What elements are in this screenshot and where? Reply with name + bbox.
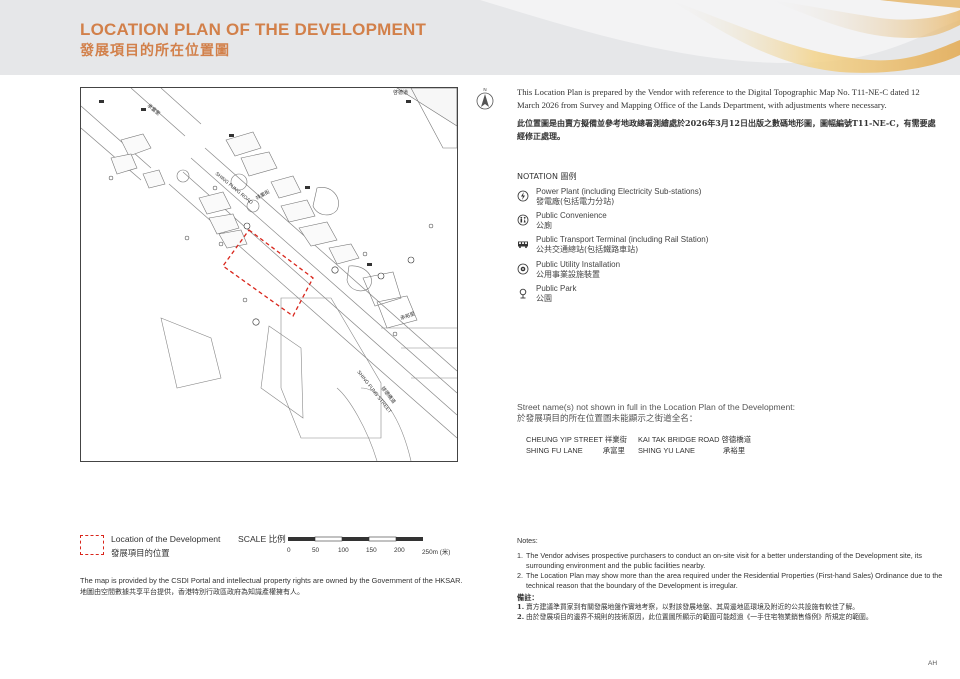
note-item-zh: 2. 由於發展項目的邊界不規則的技術原因，此位置圖所顯示的範圍可能超過《一手住宅物… — [517, 613, 873, 622]
street-name: KAI TAK BRIDGE ROAD 啓德橋道 — [638, 435, 752, 444]
notes-title-zh: 備註： — [517, 593, 539, 603]
transport-terminal-icon — [518, 241, 528, 249]
legend-label-en: Public Park — [536, 284, 577, 293]
map-label-cheung-yip: 祥業街 — [255, 188, 272, 202]
page-header: LOCATION PLAN OF THE DEVELOPMENT 發展項目的所在… — [0, 0, 960, 75]
development-legend-zh: 發展項目的位置 — [111, 548, 170, 558]
page-title: LOCATION PLAN OF THE DEVELOPMENT — [80, 20, 427, 39]
page-title-chinese: 發展項目的所在位置圖 — [80, 43, 230, 59]
scale-tick: 100 — [338, 547, 349, 554]
street-name: CHEUNG YIP STREET 祥業街 — [526, 435, 628, 444]
development-boundary-swatch — [80, 535, 104, 555]
scale-ticks: 0 50 100 150 200 250m (米) — [287, 547, 468, 557]
page-code: AH — [928, 660, 938, 667]
note-item: 2. The Location Plan may show more than t… — [517, 571, 943, 590]
note-item-zh: 1. 賣方建議準買家到有關發展地盤作實地考察，以對該發展地盤、其周邊地區環境及附近… — [517, 603, 860, 612]
park-icon — [519, 288, 527, 299]
legend-label-en: Public Transport Terminal (including Rai… — [536, 235, 709, 244]
decorative-gold-swirl — [480, 0, 960, 73]
legend-label-zh: 公廁 — [536, 220, 552, 230]
scale-tick: 0 — [287, 547, 291, 554]
map-label-shing-fu: 承富里 — [146, 102, 162, 117]
scale-tick: 200 — [394, 547, 405, 554]
scale-tick: 150 — [366, 547, 377, 554]
scale-bar — [288, 536, 423, 542]
scale-tick: 50 — [312, 547, 320, 554]
streets-title-zh: 於發展項目的所在位置圖未能顯示之街道全名： — [517, 413, 698, 423]
notation-title: NOTATION 圖例 — [517, 172, 577, 181]
location-map: SHING FUNG ROAD SHING FUNG STREET 啓德橋道 承… — [80, 87, 458, 462]
legend-label-en: Power Plant (including Electricity Sub-s… — [536, 187, 702, 196]
notes-section: Notes: 1. The Vendor advises prospective … — [517, 536, 947, 622]
streets-title-en: Street name(s) not shown in full in the … — [517, 402, 796, 412]
intro-text-chinese: 此位置圖是由賣方擬備並參考地政總署測繪處於2026年3月12日出版之數碼地形圖，… — [517, 118, 936, 141]
map-source-note-en: The map is provided by the CSDI Portal a… — [80, 576, 463, 585]
legend-label-zh: 公共交通總站(包括鐵路車站) — [536, 244, 639, 254]
legend-label-zh: 發電廠(包括電力分站) — [536, 196, 615, 206]
streets-title: Street name(s) not shown in full in the … — [517, 402, 795, 424]
utility-installation-icon — [517, 263, 529, 275]
power-plant-icon — [517, 190, 529, 202]
public-convenience-icon — [517, 214, 529, 226]
street-name: SHING YU LANE 承裕里 — [638, 446, 746, 455]
north-arrow-icon: N — [476, 87, 494, 110]
notes-title: Notes: — [517, 536, 538, 545]
scale-label: SCALE 比例 — [238, 534, 286, 544]
intro-text-english: This Location Plan is prepared by the Ve… — [517, 87, 920, 110]
map-source-note-zh: 地圖由空間數據共享平台提供，香港特別行政區政府為知識產權擁有人。 — [80, 588, 304, 596]
note-item: 1. The Vendor advises prospective purchas… — [517, 551, 922, 570]
map-label-top-street: 啓德道 — [393, 89, 408, 96]
development-legend-en: Location of the Development — [111, 534, 221, 544]
legend-label-en: Public Utility Installation — [536, 260, 621, 269]
map-label-shing-yu: 承裕里 — [399, 310, 416, 322]
legend-label-zh: 公園 — [536, 293, 552, 303]
location-map-drawing: SHING FUNG ROAD SHING FUNG STREET 啓德橋道 承… — [81, 88, 457, 461]
legend-label-zh: 公用事業設施裝置 — [536, 269, 600, 279]
street-name: SHING FU LANE 承富里 — [526, 446, 625, 455]
scale-tick: 250m (米) — [422, 549, 451, 556]
svg-text:N: N — [483, 87, 486, 92]
legend-label-en: Public Convenience — [536, 211, 607, 220]
